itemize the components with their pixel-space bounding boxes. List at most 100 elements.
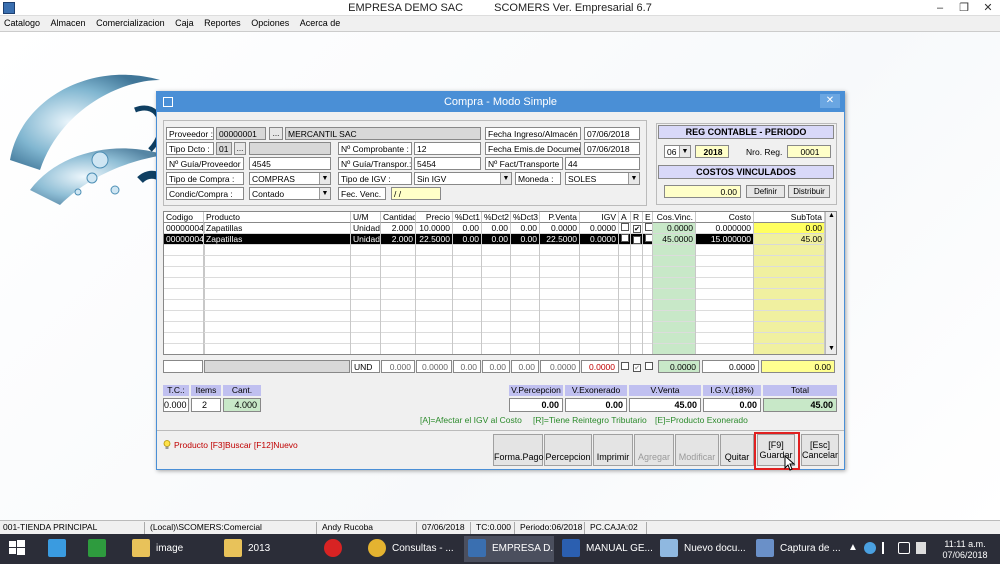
grid-column-header[interactable]: %Dct2 [482,212,511,223]
periodo-month-select[interactable]: 06 ▼ [664,145,691,158]
menu-caja[interactable]: Caja [171,16,198,30]
grid-scrollbar[interactable] [825,212,836,354]
grid-cell[interactable]: 0.00 [453,223,482,234]
tipo-compra-select[interactable]: COMPRAS ▼ [249,172,331,185]
grid-cell[interactable]: 22.5000 [540,234,580,245]
guia-proveedor-field[interactable]: 4545 [249,157,331,170]
grid-cell[interactable]: 0.00 [511,234,540,245]
grid-column-header[interactable]: SubTota [754,212,825,223]
grid-cell[interactable]: 0.000000 [696,223,754,234]
grid-column-header[interactable]: U/M [351,212,381,223]
grid-cell[interactable]: 22.5000 [416,234,453,245]
proveedor-search-button[interactable]: ... [269,127,283,140]
grid-column-header[interactable]: %Dct1 [453,212,482,223]
dialog-close-button[interactable]: ✕ [820,94,840,108]
proveedor-code-field[interactable]: 00000001 [216,127,266,140]
grid-cell[interactable]: Unidad [351,234,381,245]
store-taskbar-button[interactable] [88,536,116,562]
checkbox-icon[interactable] [645,223,652,231]
scroll-down-icon[interactable]: ▼ [826,345,836,354]
grid-column-header[interactable]: Producto [204,212,351,223]
grid-column-header[interactable]: Precio [416,212,453,223]
products-grid[interactable]: Codigo Producto U/M Cantidad Precio %Dct1 %Dct… [163,211,837,355]
grid-cell[interactable]: 00000004 [164,223,204,234]
grid-checkbox[interactable]: ✔ [631,234,643,245]
taskbar-nuevo-documento[interactable]: Nuevo docu... [660,536,748,562]
proveedor-name-field[interactable]: MERCANTIL SAC [285,127,481,140]
menu-almacen[interactable]: Almacen [47,16,90,30]
grid-column-header[interactable]: %Dct3 [511,212,540,223]
close-button[interactable]: ✕ [976,0,1000,16]
forma-pago-button[interactable]: Forma.Pago [493,434,544,466]
ie-taskbar-button[interactable] [48,536,76,562]
fecha-emision-field[interactable]: 07/06/2018 [584,142,640,155]
grid-column-header[interactable]: A [619,212,631,223]
grid-column-header[interactable]: Costo [696,212,754,223]
grid-cell[interactable]: 45.00 [754,234,825,245]
scroll-up-icon[interactable]: ▲ [826,212,836,222]
grid-column-header[interactable]: R [631,212,643,223]
taskbar-clock[interactable]: 11:11 a.m. 07/06/2018 [940,539,990,561]
fec-venc-field[interactable]: / / [391,187,441,200]
cancelar-button[interactable]: [Esc] Cancelar [801,434,839,466]
menu-reportes[interactable]: Reportes [200,16,245,30]
taskbar-image-folder[interactable]: image [132,536,214,562]
grid-cell[interactable]: 0.00 [482,223,511,234]
moneda-select[interactable]: SOLES ▼ [565,172,640,185]
opera-taskbar-button[interactable] [324,536,354,562]
chevron-down-icon[interactable]: ▼ [319,188,330,199]
grid-column-header[interactable]: Cantidad [381,212,416,223]
grid-column-header[interactable]: P.Venta [540,212,580,223]
definir-button[interactable]: Definir [746,185,785,198]
distribuir-button[interactable]: Distribuir [788,185,830,198]
grid-cell[interactable]: Zapatillas [204,223,351,234]
chevron-down-icon[interactable]: ▼ [319,173,330,184]
taskbar-2013-folder[interactable]: 2013 [224,536,306,562]
grid-checkbox[interactable] [643,234,653,245]
menu-opciones[interactable]: Opciones [247,16,293,30]
taskbar-chrome[interactable]: Consultas - ... [368,536,460,562]
condic-compra-select[interactable]: Contado ▼ [249,187,331,200]
fecha-ingreso-field[interactable]: 07/06/2018 [584,127,640,140]
grid-column-header[interactable]: IGV [580,212,619,223]
grid-cell[interactable]: Zapatillas [204,234,351,245]
grid-column-header[interactable]: E [643,212,653,223]
grid-cell[interactable]: 0.0000 [580,234,619,245]
checkbox-icon[interactable] [645,234,652,242]
grid-cell[interactable]: 0.00 [511,223,540,234]
tipo-dcto-search-button[interactable]: ... [234,142,246,155]
grid-cell[interactable]: 0.00 [482,234,511,245]
imprimir-button[interactable]: Imprimir [593,434,633,466]
grid-column-header[interactable]: Cos.Vinc. [653,212,696,223]
grid-cell[interactable]: 0.00 [453,234,482,245]
grid-cell[interactable]: 45.0000 [653,234,696,245]
grid-cell[interactable]: 0.00 [754,223,825,234]
grid-cell[interactable]: 0.0000 [653,223,696,234]
grid-cell[interactable]: 0.0000 [580,223,619,234]
grid-checkbox[interactable] [643,223,653,234]
grid-checkbox[interactable]: ✔ [631,223,643,234]
chevron-down-icon[interactable]: ▼ [628,173,639,184]
grid-cell[interactable]: 0.0000 [540,223,580,234]
grid-cell[interactable]: 15.000000 [696,234,754,245]
grid-cell[interactable]: 2.000 [381,223,416,234]
grid-checkbox[interactable] [619,223,631,234]
taskbar-captura[interactable]: Captura de ... [756,536,842,562]
volume-icon[interactable] [916,542,926,554]
checkbox-icon[interactable] [621,234,629,242]
grid-column-header[interactable]: Codigo [164,212,204,223]
chevron-up-icon[interactable]: ▲ [848,542,858,553]
modificar-button[interactable]: Modificar [675,434,719,466]
network-icon[interactable] [864,542,876,554]
restore-button[interactable]: ❐ [952,0,976,16]
grid-checkbox[interactable] [619,234,631,245]
costos-vinculados-field[interactable]: 0.00 [664,185,741,198]
tipo-dcto-field[interactable]: 01 [216,142,232,155]
nro-reg-field[interactable]: 0001 [787,145,831,158]
flag-icon[interactable] [882,542,892,554]
start-button[interactable] [8,536,34,562]
checkbox-icon[interactable]: ✔ [633,225,641,233]
comprobante-field[interactable]: 12 [414,142,481,155]
periodo-year-field[interactable]: 2018 [695,145,729,158]
grid-cell[interactable]: 2.000 [381,234,416,245]
